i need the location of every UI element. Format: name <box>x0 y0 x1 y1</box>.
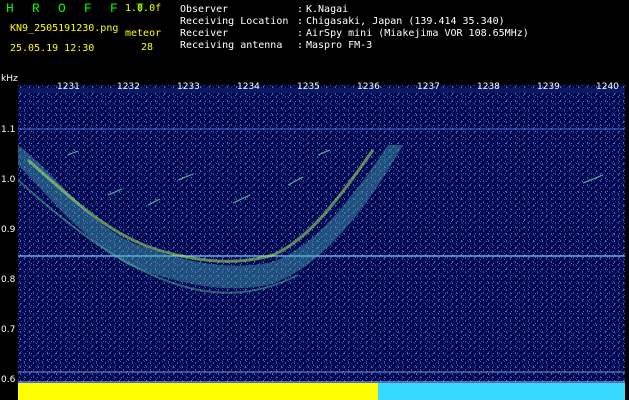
y-tick-label: 0.7 <box>1 325 16 335</box>
info-colon: : <box>297 40 304 51</box>
info-colon: : <box>297 4 304 15</box>
meteor-count: 28 <box>141 42 154 53</box>
info-label-observer: Observer <box>180 4 229 15</box>
hrofft-window: H R O F F T 1.0.0f KN9_2505191230.png me… <box>0 0 629 400</box>
spectrogram-plot <box>18 85 625 400</box>
x-tick-label: 1237 <box>417 82 440 92</box>
x-tick-label: 1233 <box>177 82 200 92</box>
x-tick-label: 1236 <box>357 82 380 92</box>
x-tick-label: 1238 <box>477 82 500 92</box>
y-tick-label: 0.6 <box>1 375 16 385</box>
x-tick-label: 1235 <box>297 82 320 92</box>
info-label-receiver: Receiver <box>180 28 229 39</box>
info-value-receiver: AirSpy mini (Miakejima VOR 108.65MHz) <box>306 28 529 39</box>
info-label-antenna: Receiving antenna <box>180 40 283 51</box>
info-label-location: Receiving Location <box>180 16 289 27</box>
info-colon: : <box>297 28 304 39</box>
y-tick-label: 1.1 <box>1 125 16 135</box>
x-tick-label: 1239 <box>537 82 560 92</box>
info-value-observer: K.Nagai <box>306 4 349 15</box>
version-label: 1.0.0f <box>125 3 162 14</box>
y-tick-label: 0.8 <box>1 275 16 285</box>
info-value-location: Chigasaki, Japan (139.414 35.340) <box>306 16 505 27</box>
info-value-antenna: Maspro FM-3 <box>306 40 373 51</box>
filename-label: KN9_2505191230.png <box>10 23 119 34</box>
baseline-edge <box>18 381 625 383</box>
x-tick-label: 1234 <box>237 82 260 92</box>
y-tick-label: 1.0 <box>1 175 16 185</box>
info-colon: : <box>297 16 304 27</box>
x-tick-label: 1231 <box>57 82 80 92</box>
y-tick-label: 0.9 <box>1 225 16 235</box>
x-tick-label: 1232 <box>117 82 140 92</box>
meteor-label: meteor <box>125 28 162 39</box>
datetime-label: 25.05.19 12:30 <box>10 43 95 54</box>
top-band <box>18 88 625 93</box>
x-tick-label: 1240 <box>596 82 619 92</box>
baseline-yellow <box>18 383 378 400</box>
baseline-cyan <box>378 383 625 400</box>
y-axis-unit: kHz <box>1 74 18 84</box>
